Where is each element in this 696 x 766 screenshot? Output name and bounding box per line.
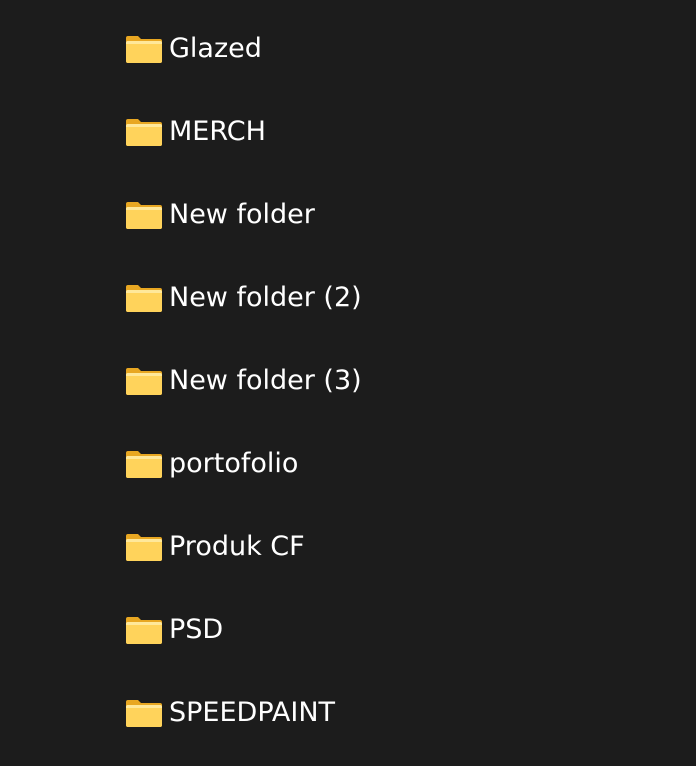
folder-item-new-folder-2[interactable]: New folder (2): [118, 278, 538, 318]
folder-label: New folder (2): [169, 282, 362, 313]
folder-label: portofolio: [169, 448, 299, 479]
folder-item-portofolio[interactable]: portofolio: [118, 444, 538, 484]
folder-label: MERCH: [169, 116, 266, 147]
folder-icon: [125, 698, 163, 728]
folder-label: SPEEDPAINT: [169, 697, 336, 728]
folder-label: New folder (3): [169, 365, 362, 396]
folder-icon: [125, 283, 163, 313]
folder-label: New folder: [169, 199, 315, 230]
folder-icon: [125, 34, 163, 64]
folder-icon: [125, 532, 163, 562]
folder-label: Produk CF: [169, 531, 305, 562]
folder-item-new-folder[interactable]: New folder: [118, 195, 538, 235]
folder-icon: [125, 615, 163, 645]
folder-item-produk-cf[interactable]: Produk CF: [118, 527, 538, 567]
folder-item-psd[interactable]: PSD: [118, 610, 538, 650]
folder-icon: [125, 449, 163, 479]
folder-icon: [125, 366, 163, 396]
folder-item-new-folder-3[interactable]: New folder (3): [118, 361, 538, 401]
folder-label: Glazed: [169, 33, 262, 64]
folder-item-merch[interactable]: MERCH: [118, 112, 538, 152]
folder-icon: [125, 117, 163, 147]
folder-icon: [125, 200, 163, 230]
folder-item-speedpaint[interactable]: SPEEDPAINT: [118, 693, 538, 733]
folder-label: PSD: [169, 614, 224, 645]
folder-list: Glazed MERCH New folder New folder (2) N…: [0, 0, 696, 766]
folder-item-glazed[interactable]: Glazed: [118, 29, 538, 69]
